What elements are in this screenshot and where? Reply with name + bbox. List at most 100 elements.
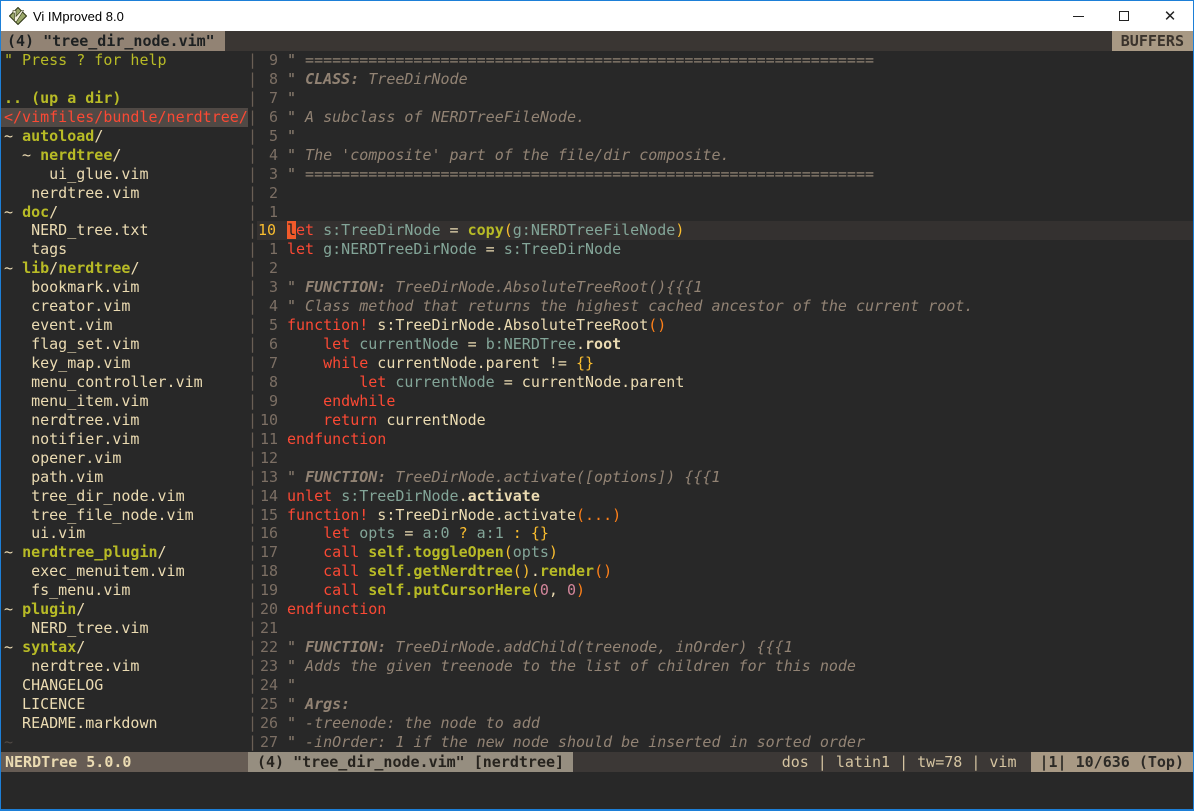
tree-dir-nerdtree[interactable]: ~ nerdtree/ <box>4 146 248 165</box>
token: currentNode <box>395 373 494 391</box>
tree-dir-nerdtree-plugin[interactable]: ~ nerdtree_plugin/ <box>4 543 248 562</box>
code-line[interactable]: 10 return currentNode <box>257 411 1193 430</box>
separator-bar: | <box>248 203 257 222</box>
code-text: " ======================================… <box>287 165 1193 184</box>
code-line[interactable]: 24" <box>257 676 1193 695</box>
token <box>287 373 359 391</box>
code-line[interactable]: 8" CLASS: TreeDirNode <box>257 70 1193 89</box>
tree-file[interactable]: creator.vim <box>4 297 248 316</box>
code-line[interactable]: 6" A subclass of NERDTreeFileNode. <box>257 108 1193 127</box>
code-line-current[interactable]: 10let s:TreeDirNode = copy(g:NERDTreeFil… <box>257 221 1193 240</box>
tree-file[interactable]: tree_file_node.vim <box>4 506 248 525</box>
code-line[interactable]: 7" <box>257 89 1193 108</box>
statusline-ruler: |1| 10/636 (Top) <box>1031 752 1194 772</box>
code-line[interactable]: 16 let opts = a:0 ? a:1 : {} <box>257 524 1193 543</box>
code-line[interactable]: 11endfunction <box>257 430 1193 449</box>
code-line[interactable]: 26" -treenode: the node to add <box>257 714 1193 733</box>
tree-file[interactable]: menu_item.vim <box>4 392 248 411</box>
separator-bar: | <box>248 487 257 506</box>
code-line[interactable]: 15function! s:TreeDirNode.activate(...) <box>257 506 1193 525</box>
tree-file[interactable]: flag_set.vim <box>4 335 248 354</box>
tree-dir-lib-nerdtree[interactable]: ~ lib/nerdtree/ <box>4 259 248 278</box>
token: endfunction <box>287 600 386 618</box>
code-line[interactable]: 2 <box>257 259 1193 278</box>
code-line[interactable]: 14unlet s:TreeDirNode.activate <box>257 487 1193 506</box>
code-text: let currentNode = currentNode.parent <box>287 373 1193 392</box>
tree-help-line[interactable]: " Press ? for help <box>4 51 248 70</box>
token: " <box>287 89 296 107</box>
tree-file[interactable]: opener.vim <box>4 449 248 468</box>
tree-file[interactable]: ui_glue.vim <box>4 165 248 184</box>
code-line[interactable]: 1let g:NERDTreeDirNode = s:TreeDirNode <box>257 240 1193 259</box>
tree-file[interactable]: NERD_tree.txt <box>4 221 248 240</box>
tree-file[interactable]: nerdtree.vim <box>4 411 248 430</box>
code-line[interactable]: 5function! s:TreeDirNode.AbsoluteTreeRoo… <box>257 316 1193 335</box>
tree-file[interactable]: bookmark.vim <box>4 278 248 297</box>
code-line[interactable]: 3" FUNCTION: TreeDirNode.AbsoluteTreeRoo… <box>257 278 1193 297</box>
tree-file[interactable]: fs_menu.vim <box>4 581 248 600</box>
tree-file[interactable]: CHANGELOG <box>4 676 248 695</box>
tree-file[interactable]: exec_menuitem.vim <box>4 562 248 581</box>
code-line[interactable]: 18 call self.getNerdtree().render() <box>257 562 1193 581</box>
minimize-button[interactable] <box>1055 1 1101 31</box>
code-line[interactable]: 4" Class method that returns the highest… <box>257 297 1193 316</box>
tree-dir-doc[interactable]: ~ doc/ <box>4 203 248 222</box>
tree-file[interactable]: README.markdown <box>4 714 248 733</box>
code-line[interactable]: 9" =====================================… <box>257 51 1193 70</box>
code-line[interactable]: 22" FUNCTION: TreeDirNode.addChild(treen… <box>257 638 1193 657</box>
code-line[interactable]: 20endfunction <box>257 600 1193 619</box>
code-line[interactable]: 12 <box>257 449 1193 468</box>
tree-file[interactable]: path.vim <box>4 468 248 487</box>
token <box>314 240 323 258</box>
close-button[interactable]: ✕ <box>1147 1 1193 31</box>
command-line[interactable] <box>1 772 1193 809</box>
tab-tree-dir-node[interactable]: (4) "tree_dir_node.vim" <box>1 31 225 51</box>
tree-root-path[interactable]: </vimfiles/bundle/nerdtree/ <box>1 108 248 127</box>
code-line[interactable]: 8 let currentNode = currentNode.parent <box>257 373 1193 392</box>
tree-file[interactable]: nerdtree.vim <box>4 657 248 676</box>
separator-bar: | <box>248 562 257 581</box>
token: " <box>287 278 305 296</box>
token <box>287 411 323 429</box>
tree-file[interactable]: tags <box>4 240 248 259</box>
tree-up-a-dir[interactable]: .. (up a dir) <box>4 89 248 108</box>
token: self.putCursorHere <box>368 581 531 599</box>
code-line[interactable]: 7 while currentNode.parent != {} <box>257 354 1193 373</box>
tree-file[interactable]: tree_dir_node.vim <box>4 487 248 506</box>
minimize-icon <box>1073 16 1084 17</box>
code-line[interactable]: 9 endwhile <box>257 392 1193 411</box>
code-line[interactable]: 1 <box>257 203 1193 222</box>
code-line[interactable]: 3" =====================================… <box>257 165 1193 184</box>
code-text: call self.getNerdtree().render() <box>287 562 1193 581</box>
tree-file[interactable]: event.vim <box>4 316 248 335</box>
code-line[interactable]: 27" -inOrder: 1 if the new node should b… <box>257 733 1193 752</box>
code-line[interactable]: 2 <box>257 184 1193 203</box>
tree-eob-tilde[interactable]: ~ <box>4 733 248 752</box>
code-line[interactable]: 25" Args: <box>257 695 1193 714</box>
code-line[interactable]: 21 <box>257 619 1193 638</box>
tree-file[interactable]: LICENCE <box>4 695 248 714</box>
code-line[interactable]: 13" FUNCTION: TreeDirNode.activate([opti… <box>257 468 1193 487</box>
tree-file[interactable]: nerdtree.vim <box>4 184 248 203</box>
tree-file[interactable]: ui.vim <box>4 524 248 543</box>
tree-file[interactable]: key_map.vim <box>4 354 248 373</box>
code-line[interactable]: 19 call self.putCursorHere(0, 0) <box>257 581 1193 600</box>
token: self.getNerdtree <box>368 562 513 580</box>
code-line[interactable]: 6 let currentNode = b:NERDTree.root <box>257 335 1193 354</box>
code-line[interactable]: 4" The 'composite' part of the file/dir … <box>257 146 1193 165</box>
tree-file[interactable]: NERD_tree.vim <box>4 619 248 638</box>
tree-dir-syntax[interactable]: ~ syntax/ <box>4 638 248 657</box>
maximize-button[interactable] <box>1101 1 1147 31</box>
window-separator[interactable]: ||||||||||||||||||||||||||||||||||||| <box>248 51 257 752</box>
tree-file[interactable]: notifier.vim <box>4 430 248 449</box>
tree-dir-plugin[interactable]: ~ plugin/ <box>4 600 248 619</box>
code-line[interactable]: 17 call self.toggleOpen(opts) <box>257 543 1193 562</box>
line-number: 4 <box>257 297 287 316</box>
code-text: call self.putCursorHere(0, 0) <box>287 581 1193 600</box>
token: () <box>513 562 531 580</box>
tree-file[interactable]: menu_controller.vim <box>4 373 248 392</box>
code-line[interactable]: 23" Adds the given treenode to the list … <box>257 657 1193 676</box>
code-line[interactable]: 5" <box>257 127 1193 146</box>
line-number: 21 <box>257 619 287 638</box>
tree-dir-autoload[interactable]: ~ autoload/ <box>4 127 248 146</box>
